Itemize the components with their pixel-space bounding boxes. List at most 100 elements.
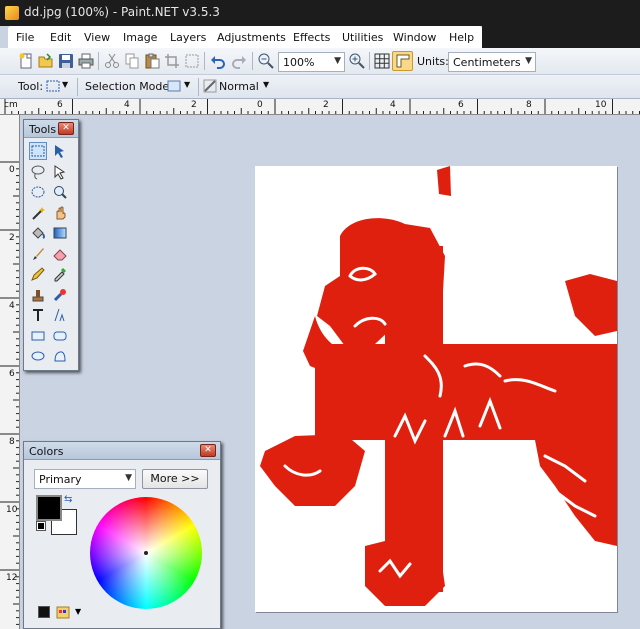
toolbar-separator <box>369 52 370 70</box>
tools-window-titlebar[interactable]: Tools ✕ <box>24 120 78 138</box>
tool-move-selected[interactable] <box>51 163 69 181</box>
zoom-out-icon[interactable] <box>258 53 274 69</box>
ruler-label: 2 <box>9 233 15 243</box>
menu-image[interactable]: Image <box>123 31 157 44</box>
toolbar-separator <box>98 52 99 70</box>
selection-mode-label: Selection Mode: <box>85 80 173 93</box>
tool-freeform-shape[interactable] <box>51 347 69 365</box>
tool-line-curve[interactable] <box>51 306 69 324</box>
color-wheel-cursor <box>144 551 148 555</box>
ellipse-icon <box>31 351 45 361</box>
ruler-label: 6 <box>57 100 63 110</box>
close-icon[interactable]: ✕ <box>58 122 74 135</box>
chevron-down-icon[interactable]: ▼ <box>62 80 68 89</box>
tool-text[interactable] <box>29 306 47 324</box>
clone-stamp-icon <box>32 289 44 301</box>
ruler-label: 4 <box>124 100 130 110</box>
colors-window-titlebar[interactable]: Colors ✕ <box>24 442 220 460</box>
tool-paintbrush[interactable] <box>29 245 47 263</box>
close-icon[interactable]: ✕ <box>200 444 216 457</box>
ruler-label: 6 <box>9 369 15 379</box>
tools-window-title: Tools <box>29 123 57 136</box>
deselect-icon[interactable] <box>184 53 200 69</box>
rulers-toggle[interactable] <box>392 51 413 71</box>
ruler-label: 2 <box>191 100 197 110</box>
tool-eraser[interactable] <box>51 245 69 263</box>
menu-bar: File Edit View Image Layers Adjustments … <box>8 26 482 48</box>
more-colors-button[interactable]: More >> <box>142 469 208 489</box>
palette-menu-icon[interactable] <box>56 604 72 620</box>
color-mode-combo[interactable]: Primary ▼ <box>34 469 136 489</box>
ruler-ticks <box>4 99 640 114</box>
chevron-down-icon: ▼ <box>125 473 132 483</box>
tool-recolor[interactable] <box>51 286 69 304</box>
chevron-down-icon[interactable]: ▼ <box>184 80 190 89</box>
menu-effects[interactable]: Effects <box>293 31 330 44</box>
paste-icon[interactable] <box>144 53 160 69</box>
ruler-label: 2 <box>323 100 329 110</box>
chevron-down-icon[interactable]: ▼ <box>75 607 81 616</box>
primary-color-swatch[interactable] <box>36 495 62 521</box>
tool-clone-stamp[interactable] <box>29 286 47 304</box>
tool-lasso-select[interactable] <box>29 163 47 181</box>
menu-adjustments[interactable]: Adjustments <box>217 31 286 44</box>
paintbrush-icon <box>33 247 44 260</box>
grid-icon[interactable] <box>374 53 390 69</box>
zoom-combo[interactable]: 100% ▼ <box>278 52 345 72</box>
print-icon[interactable] <box>78 53 94 69</box>
tool-options-toolbar: Tool: ▼ Selection Mode: ▼ Normal ▼ <box>0 75 640 99</box>
menu-edit[interactable]: Edit <box>50 31 71 44</box>
crop-to-selection-icon[interactable] <box>164 53 180 69</box>
tool-ellipse-select[interactable] <box>29 183 47 201</box>
pencil-icon <box>31 267 45 281</box>
menu-file[interactable]: File <box>16 31 34 44</box>
zoom-icon <box>54 186 67 199</box>
chevron-down-icon: ▼ <box>525 56 532 66</box>
tool-gradient[interactable] <box>51 224 69 242</box>
text-icon <box>33 309 43 321</box>
antialias-icon[interactable] <box>203 79 217 93</box>
undo-icon[interactable] <box>210 53 226 69</box>
tool-paint-bucket[interactable] <box>29 224 47 242</box>
reset-colors-icon[interactable] <box>36 521 46 531</box>
tool-color-picker[interactable] <box>51 265 69 283</box>
selection-mode-replace-icon[interactable] <box>167 79 181 93</box>
image-canvas[interactable] <box>255 166 617 612</box>
tool-rectangle-select[interactable] <box>29 142 47 160</box>
rectangle-select-icon[interactable] <box>46 79 60 93</box>
cut-icon[interactable] <box>104 53 120 69</box>
tool-pan[interactable] <box>51 204 69 222</box>
main-toolbar: 100% ▼ Units: Centimeters ▼ <box>0 48 640 75</box>
tool-ellipse[interactable] <box>29 347 47 365</box>
save-icon[interactable] <box>58 53 74 69</box>
color-wheel[interactable] <box>90 497 202 609</box>
tool-move-selection[interactable] <box>51 142 69 160</box>
copy-icon[interactable] <box>124 53 140 69</box>
palette-black-swatch[interactable] <box>38 606 50 618</box>
tool-pencil[interactable] <box>29 265 47 283</box>
zoom-in-icon[interactable] <box>349 53 365 69</box>
menu-utilities[interactable]: Utilities <box>342 31 383 44</box>
menu-view[interactable]: View <box>84 31 110 44</box>
blend-mode-value[interactable]: Normal <box>219 80 259 93</box>
swap-colors-icon[interactable]: ⇆ <box>64 494 72 505</box>
tool-zoom[interactable] <box>51 183 69 201</box>
tool-rounded-rectangle[interactable] <box>51 327 69 345</box>
redo-icon[interactable] <box>231 53 247 69</box>
ruler-label: 12 <box>6 573 18 583</box>
tool-magic-wand[interactable] <box>29 204 47 222</box>
color-mode-value: Primary <box>39 473 82 486</box>
toolbar-separator <box>198 78 199 96</box>
tool-rectangle[interactable] <box>29 327 47 345</box>
open-icon[interactable] <box>38 53 54 69</box>
units-label: Units: <box>417 55 449 68</box>
chevron-down-icon[interactable]: ▼ <box>263 80 269 89</box>
vertical-ruler: 0 2 4 6 8 10 12 <box>0 115 20 629</box>
units-combo[interactable]: Centimeters ▼ <box>448 52 536 72</box>
menu-layers[interactable]: Layers <box>170 31 206 44</box>
menu-window[interactable]: Window <box>393 31 436 44</box>
ruler-icon <box>396 54 410 68</box>
menu-help[interactable]: Help <box>449 31 474 44</box>
new-image-icon[interactable] <box>18 53 34 69</box>
ruler-label: 8 <box>526 100 532 110</box>
